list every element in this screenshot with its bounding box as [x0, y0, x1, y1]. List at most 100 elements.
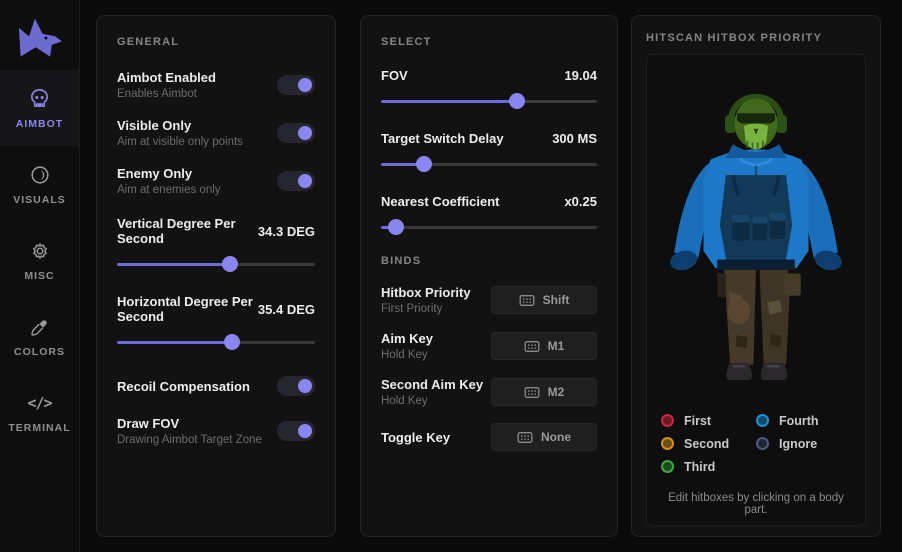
sidebar-item-label: COLORS [14, 346, 65, 358]
contrast-icon [28, 163, 52, 187]
target-switch-delay-value: 300 MS [552, 131, 597, 146]
toggle-knob [298, 424, 312, 438]
sidebar-item-misc[interactable]: MISC [0, 222, 79, 298]
sidebar-item-terminal[interactable]: </> TERMINAL [0, 374, 79, 450]
keyboard-icon [517, 431, 533, 444]
enemy-only-toggle[interactable] [277, 171, 315, 191]
legend-item-first[interactable]: First [661, 409, 756, 432]
aimbot-enabled-sub: Enables Aimbot [117, 88, 216, 100]
nearest-coefficient-value: x0.25 [564, 194, 597, 209]
aim-key-key: M1 [548, 339, 565, 353]
draw-fov-label: Draw FOV [117, 416, 262, 431]
hitbox-left-leg[interactable] [717, 270, 756, 365]
wolf-logo-icon [13, 12, 67, 64]
aim-key-bind-button[interactable]: M1 [491, 332, 597, 360]
sidebar: AIMBOT VISUALS [0, 0, 80, 552]
aimbot-enabled-row: Aimbot Enabled Enables Aimbot [117, 70, 315, 100]
toggle-key-label: Toggle Key [381, 430, 450, 445]
legend-item-third[interactable]: Third [661, 455, 756, 478]
toggle-key-bind-button[interactable]: None [491, 423, 597, 451]
character-model[interactable] [657, 63, 855, 401]
toggle-key-bind-row: Toggle Key None [381, 423, 597, 451]
slider-thumb[interactable] [416, 156, 432, 172]
hitbox-priority-key: Shift [543, 293, 570, 307]
sidebar-item-label: AIMBOT [16, 118, 63, 130]
eyedropper-icon [28, 315, 52, 339]
vertical-dps-value: 34.3 DEG [258, 224, 315, 239]
slider-fill [117, 263, 230, 266]
fov-value: 19.04 [564, 68, 597, 83]
horizontal-dps-slider[interactable] [117, 334, 315, 350]
hitbox-right-leg[interactable] [759, 270, 800, 365]
toggle-knob [298, 379, 312, 393]
legend-item-second[interactable]: Second [661, 432, 756, 455]
enemy-only-label: Enemy Only [117, 166, 221, 181]
slider-track [381, 226, 597, 229]
legend-label: First [684, 414, 711, 428]
select-panel-title: SELECT [381, 36, 597, 48]
fourth-priority-dot [756, 414, 769, 427]
legend-label: Second [684, 437, 729, 451]
first-priority-dot [661, 414, 674, 427]
skull-icon [28, 87, 52, 111]
aimbot-enabled-toggle[interactable] [277, 75, 315, 95]
select-panel: SELECT FOV 19.04 Target Switch Delay 300… [360, 15, 618, 537]
nearest-coefficient-label: Nearest Coefficient [381, 194, 499, 209]
recoil-compensation-label: Recoil Compensation [117, 379, 250, 394]
slider-thumb[interactable] [224, 334, 240, 350]
slider-fill [381, 100, 517, 103]
hitbox-priority-label: Hitbox Priority [381, 285, 471, 300]
slider-thumb[interactable] [509, 93, 525, 109]
ignore-priority-dot [756, 437, 769, 450]
sidebar-item-visuals[interactable]: VISUALS [0, 146, 79, 222]
hitbox-priority-sub: First Priority [381, 303, 471, 315]
second-priority-dot [661, 437, 674, 450]
fov-block: FOV 19.04 [381, 68, 597, 109]
vertical-dps-slider[interactable] [117, 256, 315, 272]
sidebar-item-label: VISUALS [13, 194, 66, 206]
slider-thumb[interactable] [388, 219, 404, 235]
legend-item-ignore[interactable]: Ignore [756, 432, 851, 455]
hitbox-head[interactable] [725, 97, 787, 150]
sidebar-item-label: MISC [24, 270, 54, 282]
sidebar-item-aimbot[interactable]: AIMBOT [0, 70, 79, 146]
keyboard-icon [524, 386, 540, 399]
legend-label: Third [684, 460, 715, 474]
nearest-coefficient-slider[interactable] [381, 219, 597, 235]
sidebar-item-label: TERMINAL [8, 422, 70, 434]
fov-slider[interactable] [381, 93, 597, 109]
legend-label: Fourth [779, 414, 819, 428]
draw-fov-row: Draw FOV Drawing Aimbot Target Zone [117, 416, 315, 446]
draw-fov-toggle[interactable] [277, 421, 315, 441]
hitbox-torso[interactable] [703, 146, 808, 270]
second-aim-key-bind-button[interactable]: M2 [491, 378, 597, 406]
hitbox-priority-bind-button[interactable]: Shift [491, 286, 597, 314]
visible-only-sub: Aim at visible only points [117, 136, 243, 148]
aim-key-bind-row: Aim Key Hold Key M1 [381, 331, 597, 361]
recoil-compensation-toggle[interactable] [277, 376, 315, 396]
legend-item-fourth[interactable]: Fourth [756, 409, 851, 432]
toggle-knob [298, 174, 312, 188]
recoil-compensation-row: Recoil Compensation [117, 376, 315, 396]
target-switch-delay-slider[interactable] [381, 156, 597, 172]
keyboard-icon [524, 340, 540, 353]
second-aim-key-label: Second Aim Key [381, 377, 483, 392]
general-panel: GENERAL Aimbot Enabled Enables Aimbot Vi… [96, 15, 336, 537]
hitbox-hint: Edit hitboxes by clicking on a body part… [657, 492, 855, 516]
sidebar-item-colors[interactable]: COLORS [0, 298, 79, 374]
legend-label: Ignore [779, 437, 817, 451]
toggle-knob [298, 78, 312, 92]
third-priority-dot [661, 460, 674, 473]
draw-fov-sub: Drawing Aimbot Target Zone [117, 434, 262, 446]
toggle-knob [298, 126, 312, 140]
wolf-logo [0, 0, 79, 70]
code-icon: </> [28, 391, 52, 415]
keyboard-icon [519, 294, 535, 307]
nearest-coefficient-block: Nearest Coefficient x0.25 [381, 194, 597, 235]
general-panel-title: GENERAL [117, 36, 315, 48]
toggle-key-key: None [541, 430, 571, 444]
slider-thumb[interactable] [222, 256, 238, 272]
horizontal-dps-block: Horizontal Degree Per Second 35.4 DEG [117, 294, 315, 350]
slider-fill [117, 341, 232, 344]
visible-only-toggle[interactable] [277, 123, 315, 143]
